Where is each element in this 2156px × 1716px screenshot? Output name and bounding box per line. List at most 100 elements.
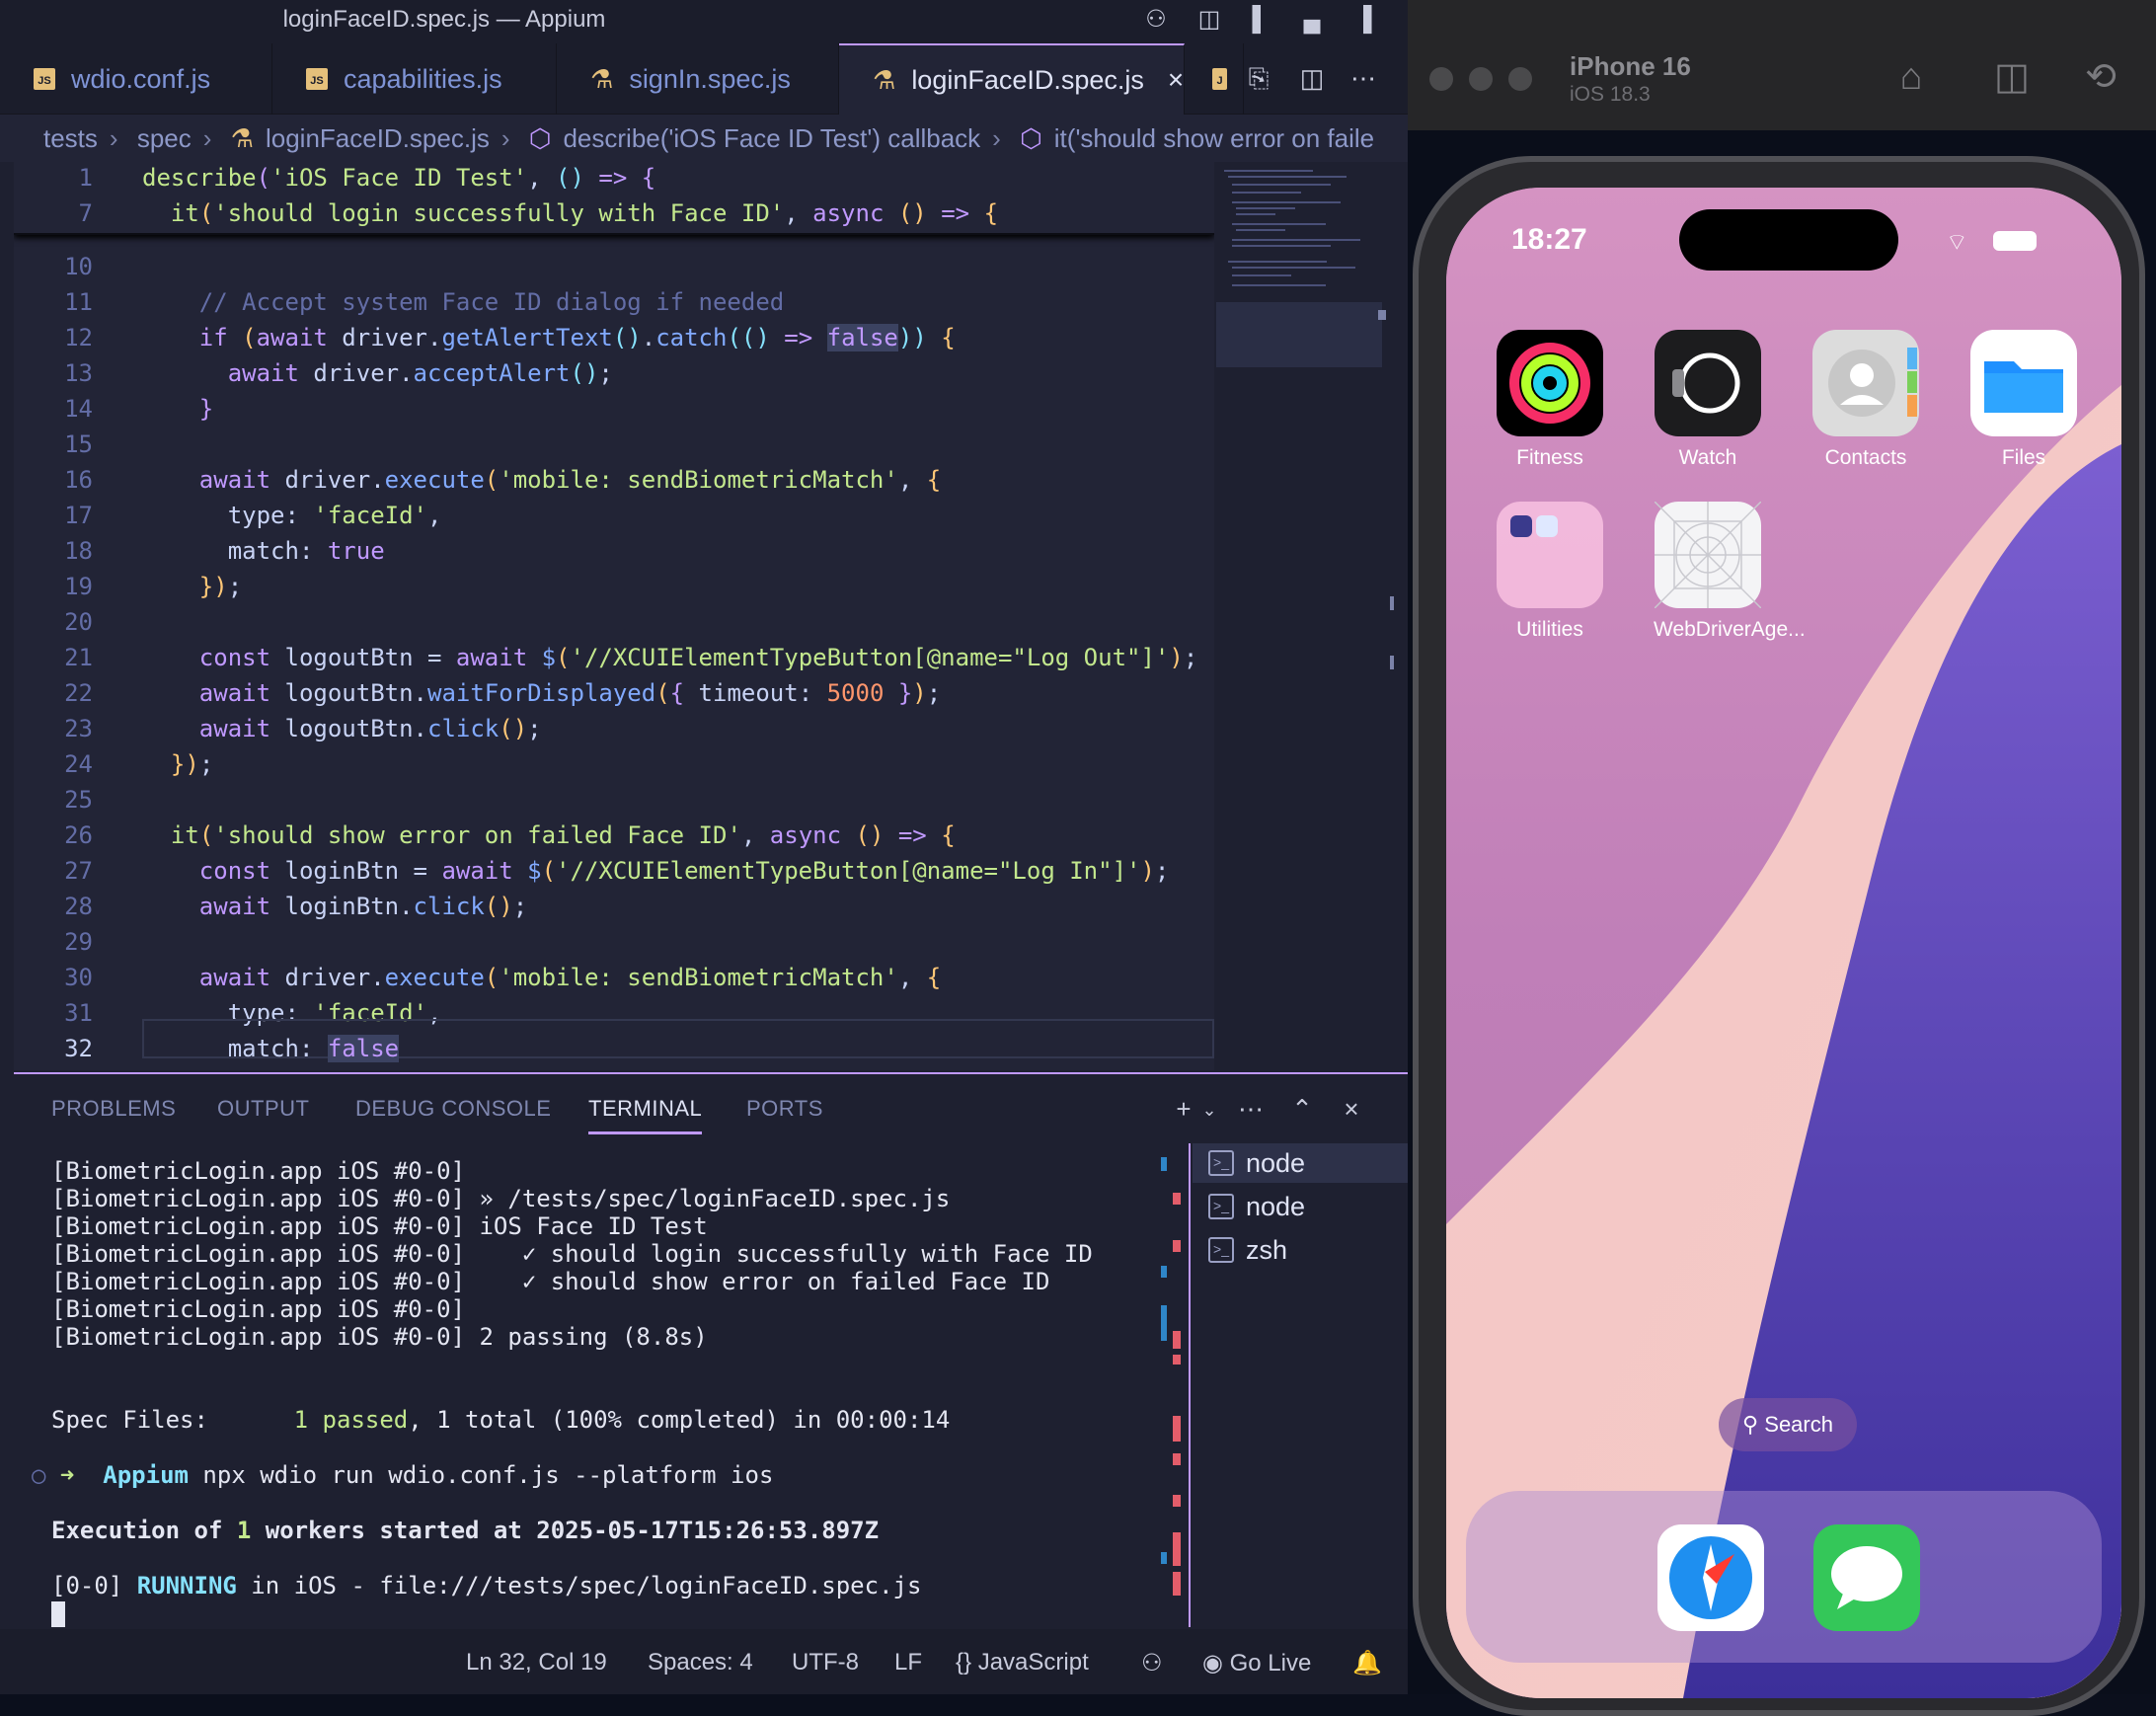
line-number: 26 [64, 821, 93, 849]
tab-terminal[interactable]: TERMINAL [588, 1096, 703, 1134]
window-close-button[interactable] [1429, 67, 1453, 91]
messages-icon[interactable] [1813, 1524, 1920, 1631]
search-icon: ⚲ [1742, 1412, 1759, 1437]
chevron-right-icon: › [202, 123, 212, 153]
line-number: 25 [64, 786, 93, 814]
tab-overflow[interactable]: J [1185, 43, 1244, 115]
indentation[interactable]: Spaces: 4 [648, 1649, 753, 1677]
close-icon[interactable]: × [1337, 1094, 1366, 1125]
safari-icon[interactable] [1657, 1524, 1764, 1631]
terminal-scrollbar[interactable] [1159, 1157, 1189, 1621]
terminal-line: [BiometricLogin.app iOS #0-0] ✓ should s… [51, 1268, 1050, 1295]
code-line: const loginBtn = await $('//XCUIElementT… [198, 857, 1170, 885]
line-number: 28 [64, 893, 93, 920]
breadcrumb-item[interactable]: it('should show error on faile [1054, 123, 1374, 153]
prompt-circle-icon: ○ [32, 1461, 46, 1489]
breadcrumb-item[interactable]: tests [43, 123, 98, 153]
app-label: Utilities [1516, 618, 1583, 641]
app-watch[interactable]: Watch [1654, 330, 1762, 470]
code-line: }); [170, 750, 214, 778]
terminal-icon: >_ [1208, 1237, 1234, 1263]
battery-icon [1993, 231, 2037, 251]
tab-label: capabilities.js [344, 63, 502, 94]
sticky-scroll: 1 describe('iOS Face ID Test', () => { 7… [14, 162, 1214, 235]
status-time: 18:27 [1511, 223, 1587, 256]
line-number: 17 [64, 502, 93, 529]
running-suffix: in iOS - file:///tests/spec/loginFaceID.… [236, 1572, 922, 1599]
layout-icon[interactable]: ◫ [1194, 6, 1224, 34]
terminal-item-node[interactable]: >_ node [1208, 1187, 1305, 1226]
app-webdriveragent[interactable]: WebDriverAge... [1654, 501, 1806, 642]
folder-icon [1970, 330, 2077, 436]
editor-tabs: JS wdio.conf.js JS capabilities.js ⚗ signIn… [0, 43, 1408, 115]
running-prefix: [0-0] [51, 1572, 137, 1599]
window-minimize-button[interactable] [1469, 67, 1493, 91]
toggle-sidebar-icon[interactable]: ▌ [1246, 6, 1275, 34]
code-editor[interactable]: 10 11 // Accept system Face ID dialog if… [14, 162, 1214, 1070]
tab-signin-spec[interactable]: ⚗ signIn.spec.js [557, 43, 839, 115]
folder-icon [1497, 502, 1603, 608]
minimap-preview [1216, 170, 1394, 669]
running-line: [0-0] RUNNING in iOS - file:///tests/spe… [51, 1572, 921, 1599]
terminal-icon: >_ [1208, 1194, 1234, 1219]
tab-ports[interactable]: PORTS [746, 1096, 823, 1122]
exec-line: Execution of 1 workers started at 2025-0… [51, 1517, 879, 1544]
code-line: // Accept system Face ID dialog if neede… [142, 288, 785, 316]
tab-capabilities[interactable]: JS capabilities.js [272, 43, 557, 115]
app-utilities-folder[interactable]: Utilities [1496, 502, 1604, 642]
split-editor-icon[interactable]: ◫ [1295, 61, 1329, 95]
rotate-icon[interactable]: ⟲ [2077, 55, 2124, 99]
cursor-position[interactable]: Ln 32, Col 19 [466, 1649, 607, 1677]
tab-debug-console[interactable]: DEBUG CONSOLE [355, 1096, 551, 1122]
exec-count: 1 [236, 1517, 252, 1544]
breadcrumb-item[interactable]: describe('iOS Face ID Test') callback [563, 123, 980, 153]
window-zoom-button[interactable] [1508, 67, 1532, 91]
go-live-button[interactable]: ◉ Go Live [1202, 1649, 1311, 1677]
js-file-icon: JS [306, 68, 328, 90]
minimap[interactable] [1216, 162, 1394, 1070]
bell-icon[interactable]: 🔔 [1352, 1649, 1382, 1677]
chevron-down-icon[interactable]: ⌄ [1194, 1100, 1224, 1121]
app-files[interactable]: Files [1969, 330, 2078, 470]
code-line: await driver.execute('mobile: sendBiomet… [198, 964, 942, 991]
app-fitness[interactable]: Fitness [1496, 330, 1604, 470]
terminal-name: node [1246, 1147, 1306, 1178]
code-line: type: 'faceId', [142, 502, 442, 529]
line-ending[interactable]: LF [894, 1649, 922, 1677]
exec-suffix: workers started at 2025-05-17T15:26:53.8… [251, 1517, 880, 1544]
line-number: 19 [64, 573, 93, 600]
home-icon[interactable]: ⌂ [1887, 55, 1935, 99]
encoding[interactable]: UTF-8 [792, 1649, 859, 1677]
iphone-screen[interactable]: 18:27 ⌔ Fitness Watch Contacts Files Uti… [1446, 188, 2121, 1698]
breadcrumb-item[interactable]: spec [137, 123, 192, 153]
line-number: 10 [64, 253, 93, 280]
maximize-panel-icon[interactable]: ⌃ [1287, 1094, 1317, 1125]
app-contacts[interactable]: Contacts [1811, 330, 1920, 470]
code-line: await loginBtn.click(); [198, 893, 528, 920]
toggle-secondary-sidebar-icon[interactable]: ▐ [1348, 6, 1378, 34]
breadcrumb-item[interactable]: loginFaceID.spec.js [266, 123, 490, 153]
copilot-icon[interactable]: ⚇ [1141, 6, 1171, 34]
copilot-icon[interactable]: ⚇ [1141, 1649, 1163, 1677]
line-number: 14 [64, 395, 93, 423]
screenshot-icon[interactable]: ◫ [1988, 55, 2036, 99]
iphone-frame: 18:27 ⌔ Fitness Watch Contacts Files Uti… [1413, 156, 2145, 1716]
tab-wdio-conf[interactable]: JS wdio.conf.js [0, 43, 272, 115]
tab-loginfaceid-spec[interactable]: ⚗ loginFaceID.spec.js × [839, 43, 1185, 115]
open-preview-icon[interactable]: ⎘ [1242, 61, 1275, 95]
more-actions-icon[interactable]: ⋯ [1347, 61, 1380, 95]
more-actions-icon[interactable]: ⋯ [1236, 1094, 1266, 1125]
terminal-item-node[interactable]: >_ node [1193, 1143, 1408, 1183]
close-icon[interactable]: × [1168, 64, 1184, 96]
spotlight-search-button[interactable]: ⚲ Search [1719, 1398, 1857, 1451]
fitness-icon [1497, 330, 1603, 436]
terminal-output[interactable]: [BiometricLogin.app iOS #0-0] [Biometric… [32, 1157, 1157, 1627]
spec-files-line: Spec Files: 1 passed, 1 total (100% comp… [51, 1406, 950, 1434]
bottom-panel: PROBLEMS OUTPUT DEBUG CONSOLE TERMINAL P… [14, 1072, 1408, 1627]
terminal-item-zsh[interactable]: >_ zsh [1208, 1230, 1287, 1270]
language-mode[interactable]: {} JavaScript [956, 1649, 1089, 1677]
tab-output[interactable]: OUTPUT [217, 1096, 309, 1122]
toggle-panel-icon[interactable]: ▄ [1297, 6, 1327, 34]
tab-problems[interactable]: PROBLEMS [51, 1096, 176, 1122]
line-number: 1 [78, 164, 93, 192]
